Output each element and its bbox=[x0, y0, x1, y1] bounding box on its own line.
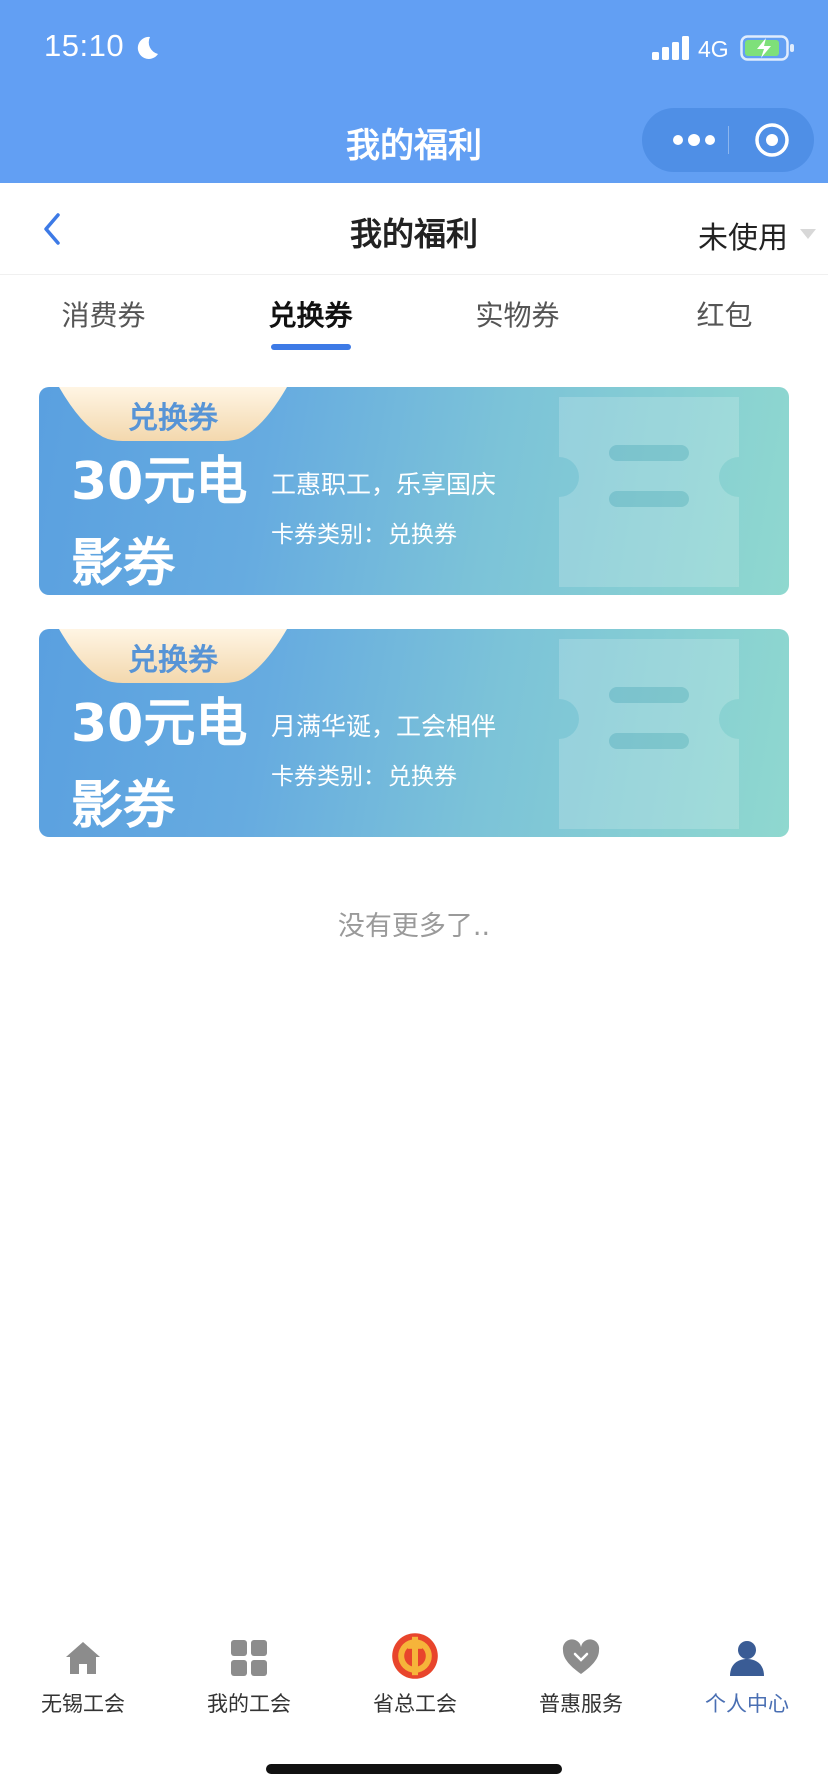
active-tab-indicator bbox=[271, 344, 351, 350]
no-more-text: 没有更多了.. bbox=[337, 911, 491, 942]
person-icon bbox=[730, 1641, 764, 1676]
nav-label: 普惠服务 bbox=[539, 1692, 623, 1716]
tab-physical-coupon[interactable]: 实物券 bbox=[414, 294, 621, 334]
nav-item-personal-center[interactable]: 个人中心 bbox=[664, 1612, 828, 1722]
grid-icon bbox=[231, 1640, 267, 1676]
signal-icon bbox=[652, 36, 689, 60]
coupon-type-value: 兑换券 bbox=[388, 522, 457, 548]
nav-label: 我的工会 bbox=[207, 1692, 291, 1716]
nav-item-provincial-union[interactable]: 省总工会 bbox=[332, 1612, 498, 1722]
tab-consumption-coupon[interactable]: 消费券 bbox=[0, 294, 207, 334]
nav-item-benefit-service[interactable]: 普惠服务 bbox=[498, 1612, 664, 1722]
coupon-type-label: 卡券类别： bbox=[271, 764, 386, 790]
tab-exchange-coupon[interactable]: 兑换券 bbox=[207, 294, 414, 334]
top-bar: 15:10 4G 我的福利 bbox=[0, 0, 828, 183]
capsule-divider bbox=[728, 126, 729, 154]
coupon-card[interactable]: 兑换券 30元电影券 月满华诞，工会相伴 卡券类别：兑换券 bbox=[39, 629, 789, 837]
coupon-name: 30元电影券 bbox=[71, 694, 248, 836]
coupon-name: 30元电影券 bbox=[71, 452, 248, 594]
status-time: 15:10 bbox=[44, 28, 125, 63]
nav-label: 无锡工会 bbox=[41, 1692, 125, 1716]
coupon-tag: 兑换券 bbox=[128, 401, 218, 436]
nav-label: 省总工会 bbox=[373, 1692, 457, 1716]
coupon-type: 卡券类别：兑换券 bbox=[271, 515, 457, 549]
union-emblem-icon bbox=[392, 1633, 438, 1679]
coupon-type-value: 兑换券 bbox=[388, 764, 457, 790]
close-miniprogram-icon[interactable] bbox=[754, 122, 790, 158]
home-icon bbox=[66, 1642, 100, 1674]
battery-charging-icon bbox=[740, 35, 794, 61]
heart-icon bbox=[562, 1639, 600, 1674]
ticket-watermark-icon bbox=[559, 397, 739, 587]
coupon-card[interactable]: 兑换券 30元电影券 工惠职工，乐享国庆 卡券类别：兑换券 bbox=[39, 387, 789, 595]
coupon-tag: 兑换券 bbox=[128, 643, 218, 678]
page-header: 我的福利 未使用 bbox=[0, 183, 828, 275]
ticket-watermark-icon bbox=[559, 639, 739, 829]
coupon-tabs: 消费券 兑换券 实物券 红包 bbox=[0, 276, 828, 352]
tab-red-packet[interactable]: 红包 bbox=[621, 294, 828, 334]
nav-item-my-union[interactable]: 我的工会 bbox=[166, 1612, 332, 1722]
moon-icon bbox=[137, 36, 158, 59]
coupon-type: 卡券类别：兑换券 bbox=[271, 757, 457, 791]
coupon-slogan: 月满华诞，工会相伴 bbox=[271, 712, 497, 741]
miniprogram-capsule bbox=[642, 108, 814, 172]
status-filter-dropdown[interactable]: 未使用 bbox=[698, 213, 788, 257]
caret-down-icon[interactable] bbox=[800, 229, 816, 239]
coupon-slogan: 工惠职工，乐享国庆 bbox=[271, 470, 497, 499]
more-icon[interactable] bbox=[666, 126, 722, 154]
home-indicator bbox=[266, 1764, 562, 1774]
coupon-type-label: 卡券类别： bbox=[271, 522, 386, 548]
network-type: 4G bbox=[698, 36, 729, 62]
nav-label: 个人中心 bbox=[705, 1692, 789, 1716]
bottom-nav: 无锡工会 我的工会 省总工会 普惠服务 个人中心 bbox=[0, 1612, 828, 1722]
nav-item-wuxi-union[interactable]: 无锡工会 bbox=[0, 1612, 166, 1722]
